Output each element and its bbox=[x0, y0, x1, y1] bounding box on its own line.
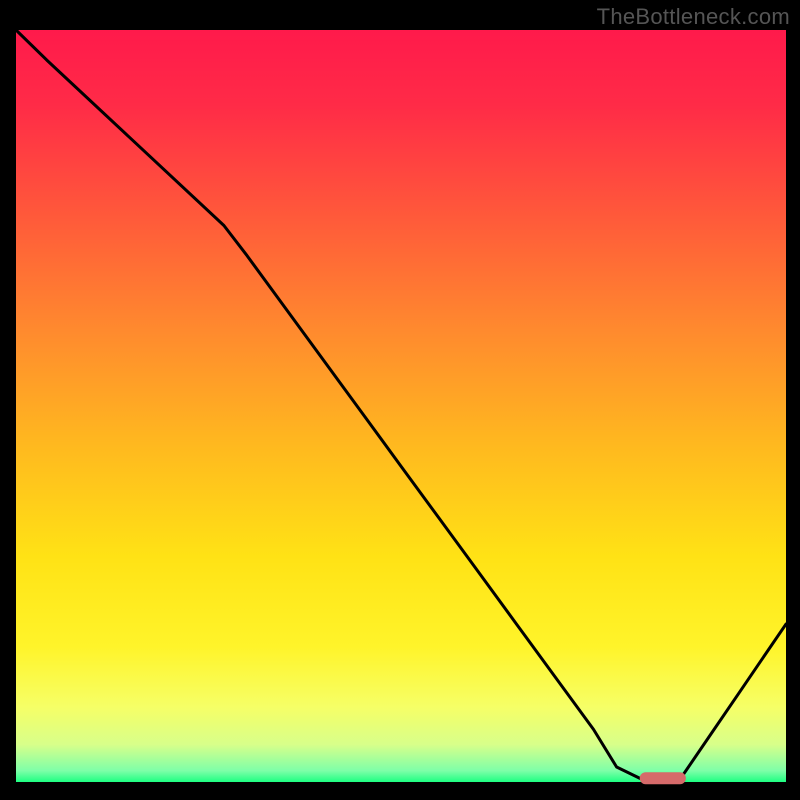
plot-background bbox=[16, 30, 786, 782]
watermark-text: TheBottleneck.com bbox=[597, 4, 790, 30]
chart-svg bbox=[0, 0, 800, 800]
sweet-spot-marker bbox=[640, 772, 686, 784]
bottleneck-chart: TheBottleneck.com bbox=[0, 0, 800, 800]
